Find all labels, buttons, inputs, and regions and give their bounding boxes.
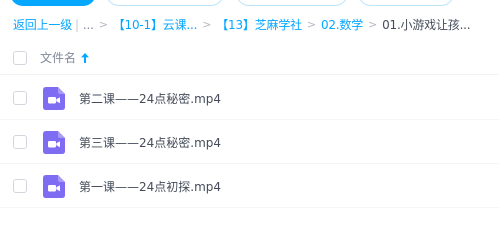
row-checkbox[interactable] [13, 135, 27, 149]
breadcrumb-item[interactable]: 【13】芝麻学社 [216, 16, 302, 34]
select-all-checkbox[interactable] [13, 51, 27, 65]
upload-button[interactable] [10, 0, 96, 6]
breadcrumb-ellipsis[interactable]: ... [83, 16, 94, 34]
breadcrumb-separator-icon: > [202, 18, 212, 31]
arrow-up-icon[interactable] [81, 53, 90, 63]
filename-column-header[interactable]: 文件名 [40, 50, 90, 66]
more-tools-button[interactable] [358, 0, 454, 6]
file-row[interactable]: 第三课——24点秘密.mp4 [0, 120, 499, 164]
file-list-header: 文件名 [0, 41, 499, 75]
row-checkbox[interactable] [13, 91, 27, 105]
breadcrumb: 返回上一级 | ... > 【10-1】云课... > 【13】芝麻学社 > 0… [13, 16, 471, 34]
filename-column-label: 文件名 [40, 51, 77, 65]
back-link[interactable]: 返回上一级 [13, 16, 72, 34]
file-name[interactable]: 第二课——24点秘密.mp4 [79, 91, 221, 107]
file-row[interactable]: 第一课——24点初探.mp4 [0, 164, 499, 208]
breadcrumb-separator-icon: > [98, 18, 108, 31]
breadcrumb-separator-icon: > [368, 18, 378, 31]
row-checkbox[interactable] [13, 179, 27, 193]
file-name[interactable]: 第一课——24点初探.mp4 [79, 179, 221, 195]
breadcrumb-item[interactable]: 【10-1】云课... [113, 16, 198, 34]
video-file-icon [43, 175, 65, 198]
breadcrumb-divider: | [75, 18, 79, 32]
file-name[interactable]: 第三课——24点秘密.mp4 [79, 135, 221, 151]
offline-download-button[interactable] [236, 0, 348, 6]
new-folder-button[interactable] [106, 0, 224, 6]
breadcrumb-current: 01.小游戏让孩... [382, 18, 471, 32]
file-row[interactable]: 第二课——24点秘密.mp4 [0, 76, 499, 120]
breadcrumb-separator-icon: > [306, 18, 316, 31]
breadcrumb-item[interactable]: 02.数学 [321, 16, 363, 34]
video-file-icon [43, 131, 65, 154]
video-file-icon [43, 87, 65, 110]
